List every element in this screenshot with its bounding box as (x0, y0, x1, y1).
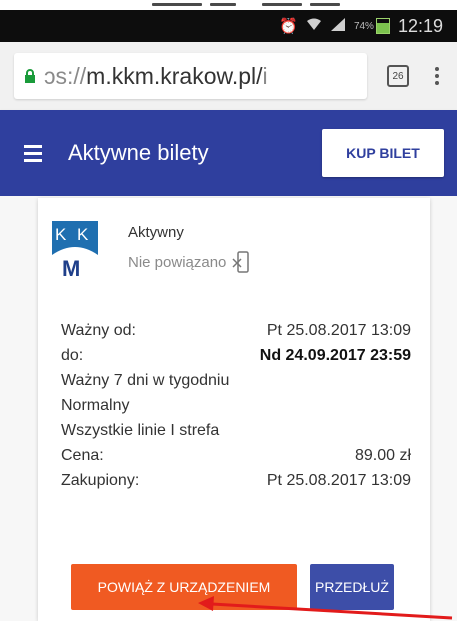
tabs-count: 26 (392, 70, 404, 82)
tabs-icon[interactable]: 26 (387, 65, 409, 87)
valid-to-value: Nd 24.09.2017 23:59 (259, 347, 411, 364)
ticket-details: Ważny od: Pt 25.08.2017 13:09 do: Nd 24.… (61, 318, 411, 493)
status-time: 12:19 (397, 15, 443, 36)
purchased-value: Pt 25.08.2017 13:09 (266, 472, 411, 489)
url-host: m.kkm.krakow.pl/ (86, 62, 263, 89)
validity-days: Ważny 7 dni w tygodniu (61, 372, 230, 389)
kkm-logo: K K M (52, 221, 98, 279)
ticket-status: Aktywny (128, 224, 184, 241)
fare-type: Normalny (61, 397, 130, 414)
valid-to-label: do: (61, 347, 84, 364)
link-status-label: Nie powiązano (128, 253, 227, 271)
svg-text:M: M (62, 256, 80, 279)
svg-text:K: K (77, 225, 89, 244)
url-trail: i (262, 62, 268, 89)
purchased-row: Zakupiony: Pt 25.08.2017 13:09 (61, 468, 411, 493)
ticket-card: K K M Aktywny Nie powiązano Ważny od: Pt… (38, 198, 430, 621)
purchased-label: Zakupiony: (61, 472, 140, 489)
ticket-zone: Wszystkie linie I strefa (61, 422, 220, 439)
price-row: Cena: 89.00 zł (61, 443, 411, 468)
device-unlinked-icon (232, 251, 250, 273)
pair-with-device-button[interactable]: POWIĄŻ Z URZĄDZENIEM (71, 564, 297, 610)
alarm-icon: ⏰ (279, 18, 298, 35)
valid-from-label: Ważny od: (61, 322, 136, 339)
valid-from-value: Pt 25.08.2017 13:09 (266, 322, 411, 339)
browser-menu-icon[interactable] (435, 67, 439, 85)
extend-ticket-button[interactable]: PRZEDŁUŻ (310, 564, 394, 610)
price-value: 89.00 zł (354, 447, 411, 464)
valid-from-row: Ważny od: Pt 25.08.2017 13:09 (61, 318, 411, 343)
svg-text:K: K (55, 225, 67, 244)
app-bar: Aktywne bilety KUP BILET (0, 110, 457, 196)
price-label: Cena: (61, 447, 104, 464)
hamburger-menu-icon[interactable] (24, 144, 42, 162)
battery-percent: 74% (353, 20, 374, 32)
valid-to-row: do: Nd 24.09.2017 23:59 (61, 343, 411, 368)
device-link-status: Nie powiązano (128, 251, 250, 273)
battery-icon: 74% (354, 18, 390, 34)
top-caption-strip (0, 0, 457, 10)
status-bar: ⏰ 74% 12:19 (0, 10, 457, 42)
buy-ticket-button[interactable]: KUP BILET (322, 129, 444, 177)
lock-icon (25, 69, 35, 83)
wifi-icon (306, 17, 322, 35)
url-prefix: ɔs:// (44, 62, 87, 89)
signal-icon (330, 17, 346, 36)
page-title: Aktywne bilety (68, 140, 209, 165)
battery-fill (376, 22, 389, 33)
page-content: K K M Aktywny Nie powiązano Ważny od: Pt… (0, 196, 457, 621)
url-field[interactable]: ɔs:// m.kkm.krakow.pl/ i (14, 53, 367, 99)
browser-toolbar: ɔs:// m.kkm.krakow.pl/ i 26 (0, 42, 457, 110)
